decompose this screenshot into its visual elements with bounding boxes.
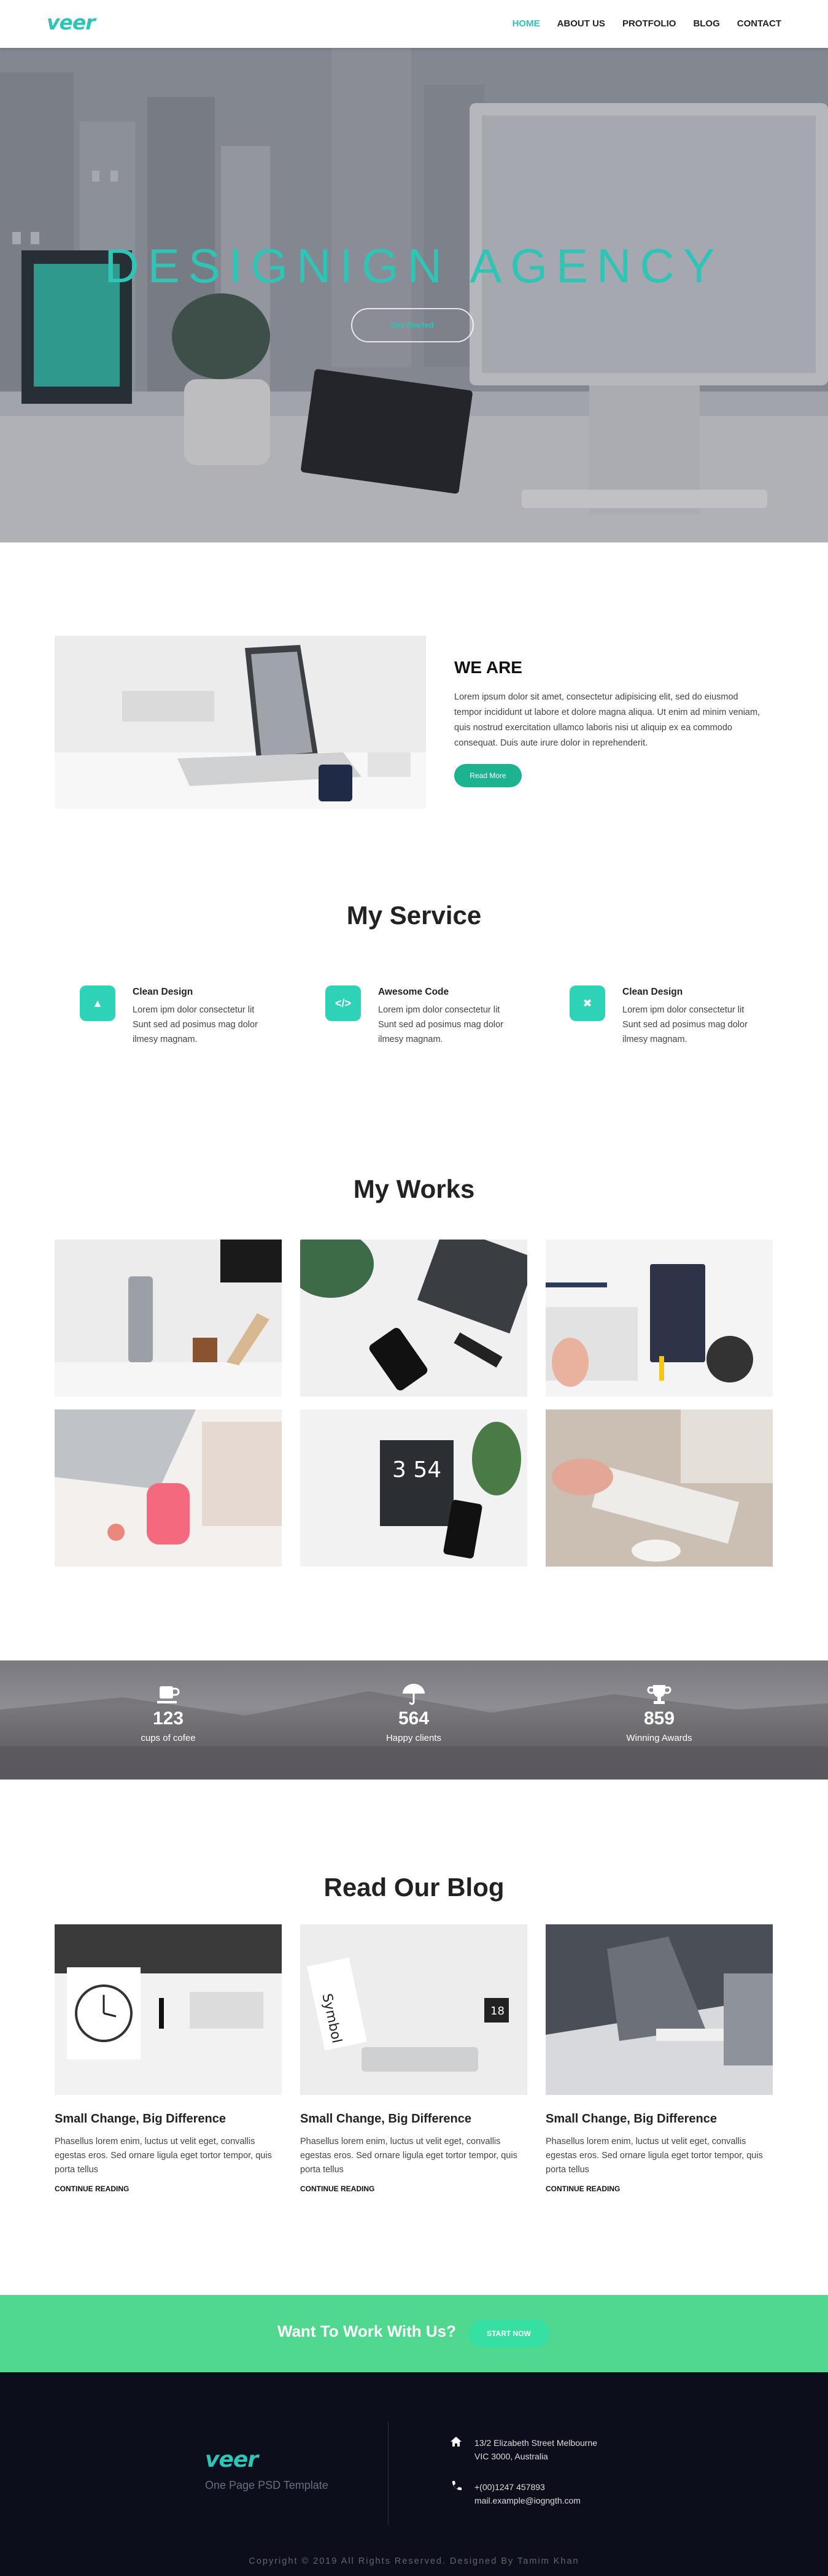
code-icon: </> [325,985,361,1021]
top-navbar: veer HOME ABOUT US PROTFOLIO BLOG CONTAC… [0,0,828,48]
email-address[interactable]: mail.example@iogngth.com [474,2494,581,2507]
footer-tagline: One Page PSD Template [205,2479,328,2491]
umbrella-icon [403,1684,425,1705]
footer-address: 13/2 Elizabeth Street Melbourne VIC 3000… [450,2436,597,2463]
nav-item-portfolio[interactable]: PROTFOLIO [622,18,676,29]
nav-item-blog[interactable]: BLOG [693,18,719,29]
phone-icon [452,2481,462,2491]
stat-item-awards: 859 Winning Awards [567,1683,751,1743]
nav-item-home[interactable]: HOME [513,18,540,29]
read-more-button[interactable]: Read More [454,764,522,787]
design-icon: ▲ [80,985,115,1021]
coffee-cup-icon [157,1686,180,1703]
hero-title: DESIGNIGN AGENCY [104,239,724,293]
nav-item-contact[interactable]: CONTACT [737,18,781,29]
nav-item-about-us[interactable]: ABOUT US [557,18,605,29]
portfolio-item-desk-phone[interactable] [300,1240,527,1397]
blog-title: Read Our Blog [323,1873,505,1902]
about-heading: WE ARE [454,658,522,677]
blog-post-image[interactable] [546,1924,773,2095]
footer-logo[interactable]: veer [205,2447,258,2472]
stat-value: 859 [643,1708,675,1729]
service-item: </> Awesome Code Lorem ipm dolor consect… [325,982,528,1049]
blog-post-card: Small Change, Big Difference Phasellus l… [546,1924,773,2194]
blog-post-title[interactable]: Small Change, Big Difference [55,2112,282,2126]
services-title: My Service [346,901,482,930]
call-to-action-band: Want To Work With Us? START NOW [0,2295,828,2372]
footer-contact: +(00)1247 457893 mail.example@iogngth.co… [450,2480,581,2507]
stat-item-clients: 564 Happy clients [322,1683,506,1743]
continue-reading-link[interactable]: CONTINUE READING [55,2185,129,2193]
portfolio-item-speaker[interactable] [55,1240,282,1397]
start-now-button[interactable]: START NOW [468,2320,549,2348]
hero-banner: DESIGNIGN AGENCY Get Started [0,48,828,542]
portfolio-item-keyboard-hands[interactable] [546,1409,773,1567]
portfolio-item-laptop-plant[interactable]: 3 54 [300,1409,527,1567]
blog-post-card: Small Change, Big Difference Phasellus l… [55,1924,282,2194]
portfolio-item-keyboard-coffee[interactable] [546,1240,773,1397]
service-desc: Lorem ipm dolor consectetur lit Sunt sed… [378,1005,503,1044]
blog-post-title[interactable]: Small Change, Big Difference [300,2112,527,2126]
tools-icon: ✖ [570,985,605,1021]
stat-label: cups of cofee [141,1733,196,1743]
blog-post-excerpt: Phasellus lorem enim, luctus ut velit eg… [300,2137,517,2175]
stat-value: 564 [398,1708,430,1729]
home-icon [451,2437,462,2447]
address-line-2: VIC 3000, Australia [474,2451,548,2461]
blog-post-card: Symbol 18 Small Change, Big Difference Ph… [300,1924,527,2194]
cta-text: Want To Work With Us? [277,2322,457,2340]
blog-post-title[interactable]: Small Change, Big Difference [546,2112,773,2126]
site-logo[interactable]: veer [47,10,96,34]
service-title: Clean Design [622,987,683,997]
phone-number[interactable]: +(00)1247 457893 [474,2480,581,2494]
works-title: My Works [353,1174,475,1203]
service-desc: Lorem ipm dolor consectetur lit Sunt sed… [622,1005,748,1044]
site-footer: veer One Page PSD Template 13/2 Elizabet… [0,2372,828,2576]
blog-post-excerpt: Phasellus lorem enim, luctus ut velit eg… [55,2137,272,2175]
stat-label: Happy clients [385,1733,442,1743]
about-text: Lorem ipsum dolor sit amet, consectetur … [454,692,760,748]
service-title: Awesome Code [378,987,449,997]
service-item: ▲ Clean Design Lorem ipm dolor consectet… [80,982,282,1049]
stats-band: 123 cups of cofee 564 Happy clients 859 … [0,1660,828,1780]
continue-reading-link[interactable]: CONTINUE READING [546,2185,620,2193]
blog-post-image[interactable]: Symbol 18 [300,1924,527,2095]
get-started-button[interactable]: Get Started [351,308,474,342]
svg-text:18: 18 [490,2005,505,2018]
hero-office-illustration [0,48,828,542]
blog-post-excerpt: Phasellus lorem enim, luctus ut velit eg… [546,2137,763,2175]
svg-text:3 54: 3 54 [392,1457,441,1483]
address-line-1: 13/2 Elizabeth Street Melbourne [474,2438,598,2448]
stat-value: 123 [152,1708,184,1729]
continue-reading-link[interactable]: CONTINUE READING [300,2185,374,2193]
service-title: Clean Design [133,987,193,997]
footer-divider [388,2421,389,2526]
stat-label: Winning Awards [626,1733,692,1743]
portfolio-item-laptop-drink[interactable] [55,1409,282,1567]
about-image [55,636,426,809]
service-item: ✖ Clean Design Lorem ipm dolor consectet… [570,982,772,1049]
copyright-text: Copyright © 2019 All Rights Reserved. De… [249,2556,579,2566]
main-menu: HOME ABOUT US PROTFOLIO BLOG CONTACT [513,18,781,29]
trophy-icon [647,1685,671,1704]
stat-item-coffee: 123 cups of cofee [76,1683,260,1743]
service-desc: Lorem ipm dolor consectetur lit Sunt sed… [133,1005,258,1044]
blog-post-image[interactable] [55,1924,282,2095]
